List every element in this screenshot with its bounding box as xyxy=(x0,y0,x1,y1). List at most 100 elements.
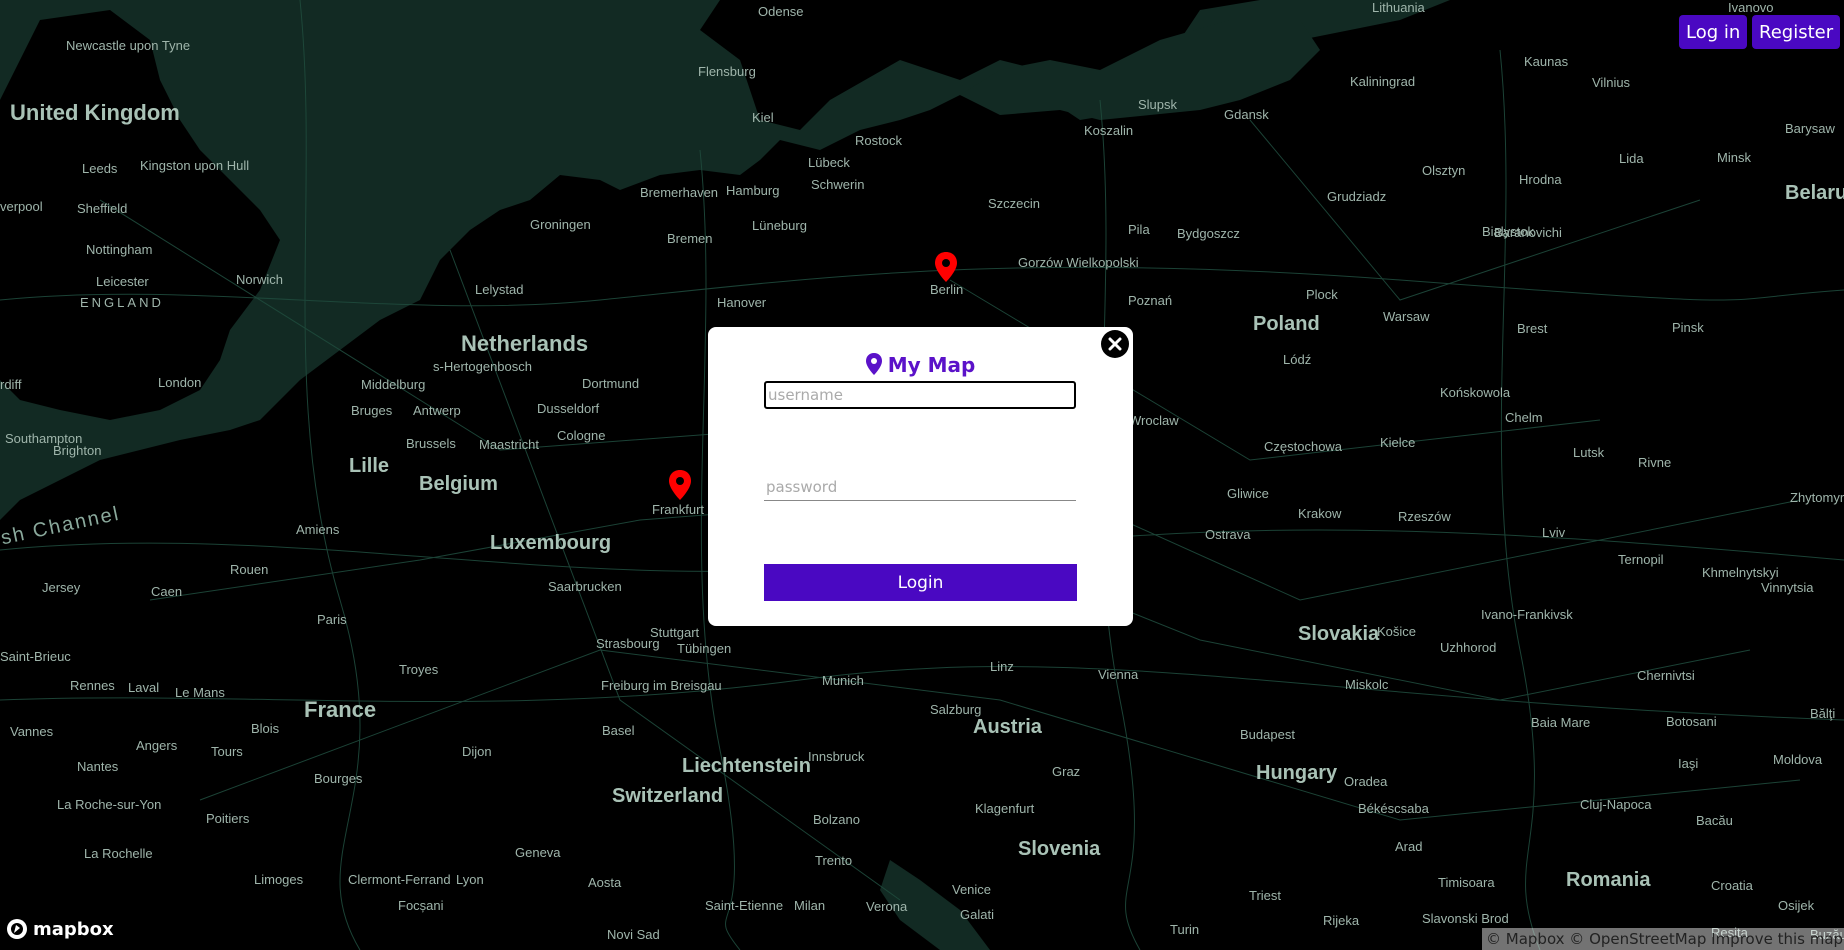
map-place-label: Switzerland xyxy=(612,785,724,807)
map-place-label: Krakow xyxy=(1298,506,1342,521)
map-place-label: Cologne xyxy=(557,428,606,443)
map-place-label: Koszalin xyxy=(1084,123,1134,138)
map-place-label: Brest xyxy=(1517,321,1548,336)
map-place-label: Klagenfurt xyxy=(975,801,1035,816)
map-place-label: Austria xyxy=(973,716,1042,738)
map-place-label: Moldova xyxy=(1773,752,1823,767)
map-place-label: Lyon xyxy=(456,872,484,887)
map-place-label: Khmelnytskyi xyxy=(1702,565,1779,580)
map-place-label: Limoges xyxy=(254,872,304,887)
map-place-label: Warsaw xyxy=(1383,309,1430,324)
map-place-label: Liechtenstein xyxy=(682,755,811,777)
map-place-label: Uzhhorod xyxy=(1440,640,1497,655)
map-place-label: Hamburg xyxy=(726,183,780,198)
map-place-label: Croatia xyxy=(1711,878,1753,893)
modal-title: My Map xyxy=(708,353,1133,377)
map-place-label: Verona xyxy=(866,899,908,914)
map-place-label: Brighton xyxy=(53,443,102,458)
map-place-label: Oradea xyxy=(1344,774,1388,789)
map-place-label: Rostock xyxy=(855,133,902,148)
map-place-label: Lódź xyxy=(1283,352,1312,367)
map-place-label: Lelystad xyxy=(475,282,524,297)
map-place-label: Lüneburg xyxy=(752,218,807,233)
map-place-label: Flensburg xyxy=(698,64,756,79)
map-place-label: Norwich xyxy=(236,272,283,287)
submit-login-button[interactable]: Login xyxy=(764,564,1077,601)
map-place-label: Vienna xyxy=(1098,667,1139,682)
modal-title-text: My Map xyxy=(887,353,976,377)
map-place-label: Slavonski Brod xyxy=(1422,911,1509,926)
map-place-label: Kielce xyxy=(1380,435,1416,450)
map-place-label: Saint-Etienne xyxy=(705,898,784,913)
map-place-label: Maastricht xyxy=(479,437,539,452)
map-place-label: Saint-Brieuc xyxy=(0,649,71,664)
map-place-label: Minsk xyxy=(1717,150,1751,165)
map-place-label: Kaliningrad xyxy=(1350,74,1416,89)
login-button[interactable]: Log in xyxy=(1679,15,1748,49)
map-place-label: Rijeka xyxy=(1323,913,1360,928)
map-place-label: Osijek xyxy=(1778,898,1815,913)
map-place-label: Troyes xyxy=(399,662,439,677)
close-icon xyxy=(1108,337,1122,351)
map-place-label: Middelburg xyxy=(361,377,426,392)
map-place-label: Dusseldorf xyxy=(537,401,600,416)
register-button[interactable]: Register xyxy=(1752,15,1841,49)
map-place-label: Frankfurt xyxy=(652,502,705,517)
password-input[interactable] xyxy=(764,473,1076,501)
map-attribution[interactable]: © Mapbox © OpenStreetMap Improve this ma… xyxy=(1482,928,1844,950)
map-place-label: Hrodna xyxy=(1519,172,1562,187)
map-place-label: Ostrava xyxy=(1205,527,1251,542)
map-place-label: Galati xyxy=(960,907,994,922)
map-place-label: Linz xyxy=(990,659,1014,674)
map-place-label: Milan xyxy=(794,898,826,913)
map-place-label: Rivne xyxy=(1638,455,1672,470)
map-place-label: Amiens xyxy=(296,522,340,537)
map-place-label: Freiburg im Breisgau xyxy=(601,678,722,693)
map-place-label: Romania xyxy=(1566,869,1651,891)
map-place-label: Barysaw xyxy=(1785,121,1835,136)
map-place-label: Netherlands xyxy=(461,331,589,356)
map-place-label: Trento xyxy=(815,853,853,868)
map-place-label: Salzburg xyxy=(930,702,982,717)
map-place-label: Plock xyxy=(1306,287,1338,302)
map-place-label: Baranovichi xyxy=(1494,225,1562,240)
map-place-label: Turin xyxy=(1170,922,1200,937)
map-place-label: Venice xyxy=(952,882,992,897)
map-place-label: Bydgoszcz xyxy=(1177,226,1240,241)
map-place-label: Bourges xyxy=(314,771,363,786)
map-place-label: Iaşi xyxy=(1678,756,1699,771)
map-place-label: Arad xyxy=(1395,839,1423,854)
map-place-label: Miskolc xyxy=(1345,677,1389,692)
map-place-label: Gorzów Wielkopolski xyxy=(1018,255,1139,270)
mapbox-logo[interactable]: mapbox xyxy=(6,918,114,940)
map-place-label: Gliwice xyxy=(1227,486,1269,501)
map-place-label: Kaunas xyxy=(1524,54,1569,69)
map-place-label: Nantes xyxy=(77,759,119,774)
map-place-label: La Roche-sur-Yon xyxy=(57,797,162,812)
map-place-label: Focșani xyxy=(398,898,444,913)
map-place-label: Rouen xyxy=(230,562,269,577)
username-input[interactable] xyxy=(764,381,1076,409)
map-place-label: Lille xyxy=(349,455,390,477)
map-place-label: Grudziadz xyxy=(1327,189,1387,204)
map-place-label: Rennes xyxy=(70,678,115,693)
map-place-label: Pinsk xyxy=(1672,320,1704,335)
map-place-label: Cluj-Napoca xyxy=(1580,797,1652,812)
map-place-label: Angers xyxy=(136,738,178,753)
map-place-label: rdiff xyxy=(0,377,22,392)
map-place-label: Lübeck xyxy=(808,155,850,170)
map-place-label: Końskowola xyxy=(1440,385,1511,400)
map-place-label: Slovenia xyxy=(1018,838,1101,860)
map-place-label: Bălţi xyxy=(1810,706,1836,721)
map-place-label: United Kingdom xyxy=(10,100,180,125)
map-place-label: London xyxy=(158,375,202,390)
map-place-label: Wroclaw xyxy=(1129,413,1179,428)
map-place-label: verpool xyxy=(0,199,43,214)
map-place-label: Tübingen xyxy=(677,641,732,656)
map-place-label: Gdansk xyxy=(1224,107,1269,122)
map-place-label: Ternopil xyxy=(1618,552,1664,567)
mapbox-icon xyxy=(7,919,27,939)
map-place-label: Budapest xyxy=(1240,727,1295,742)
map-place-label: Antwerp xyxy=(413,403,461,418)
mapbox-logo-text: mapbox xyxy=(33,918,114,940)
